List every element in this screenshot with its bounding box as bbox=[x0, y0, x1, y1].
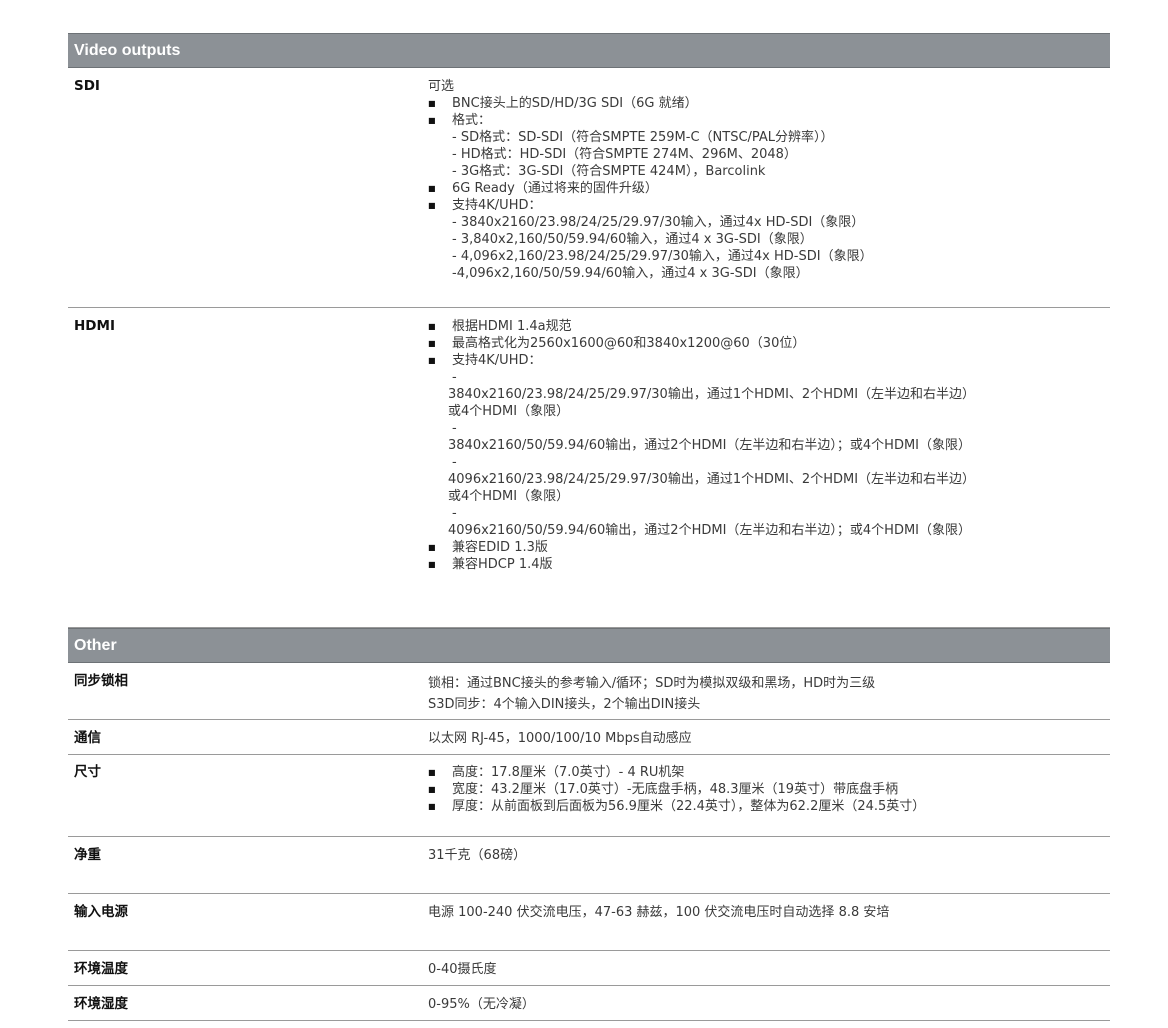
spec-row-dimensions: 尺寸 ■ 高度：17.8厘米（7.0英寸）- 4 RU机架 ■ 宽度：43.2厘… bbox=[68, 755, 1110, 837]
sdi-format-line: - 3G格式：3G-SDI（符合SMPTE 424M），Barcolink bbox=[452, 164, 766, 179]
list-item: ■ 兼容HDCP 1.4版 bbox=[428, 557, 553, 572]
square-bullet-icon: ■ bbox=[428, 201, 436, 210]
square-bullet-icon: ■ bbox=[428, 184, 436, 193]
square-bullet-icon: ■ bbox=[428, 322, 436, 331]
sdi-intro: 可选 bbox=[428, 79, 455, 94]
square-bullet-icon: ■ bbox=[428, 356, 436, 365]
list-item: ■ 格式： bbox=[428, 113, 492, 128]
spec-value-communication: 以太网 RJ-45，1000/100/10 Mbps自动感应 bbox=[428, 731, 692, 746]
sdi-uhd-line: - 3,840x2,160/50/59.94/60输入，通过4 x 3G-SDI… bbox=[452, 232, 813, 247]
hdmi-uhd-line: 4096x2160/23.98/24/25/29.97/30输出，通过1个HDM… bbox=[448, 472, 976, 504]
spec-row-weight: 净重 31千克（68磅） bbox=[68, 837, 1110, 894]
hdmi-dash: - bbox=[452, 506, 457, 521]
spec-label-dimensions: 尺寸 bbox=[74, 764, 101, 780]
spec-label-power: 输入电源 bbox=[74, 904, 128, 920]
square-bullet-icon: ■ bbox=[428, 339, 436, 348]
spec-label-weight: 净重 bbox=[74, 847, 101, 863]
sdi-uhd-line: - 4,096x2,160/23.98/24/25/29.97/30输入，通过4… bbox=[452, 249, 873, 264]
section-header-video-outputs: Video outputs bbox=[68, 33, 1110, 68]
hdmi-uhd-line: 4096x2160/50/59.94/60输出，通过2个HDMI（左半边和右半边… bbox=[448, 523, 972, 538]
section-header-other: Other bbox=[68, 628, 1110, 663]
list-item: ■ 支持4K/UHD： bbox=[428, 353, 542, 368]
list-item: ■ 根据HDMI 1.4a规范 bbox=[428, 319, 572, 334]
sdi-format-line: - SD格式：SD-SDI（符合SMPTE 259M-C（NTSC/PAL分辨率… bbox=[452, 130, 834, 145]
square-bullet-icon: ■ bbox=[428, 785, 436, 794]
list-item: ■ 厚度：从前面板到后面板为56.9厘米（22.4英寸），整体为62.2厘米（2… bbox=[428, 799, 926, 814]
sdi-format-line: - HD格式：HD-SDI（符合SMPTE 274M、296M、2048） bbox=[452, 147, 797, 162]
spec-value-temperature: 0-40摄氏度 bbox=[428, 962, 497, 977]
list-item: ■ 6G Ready（通过将来的固件升级） bbox=[428, 181, 658, 196]
list-item: ■ 兼容EDID 1.3版 bbox=[428, 540, 548, 555]
square-bullet-icon: ■ bbox=[428, 543, 436, 552]
spec-label-hdmi: HDMI bbox=[74, 318, 115, 334]
spec-value-hdmi: ■ 根据HDMI 1.4a规范 ■ 最高格式化为2560x1600@60和384… bbox=[428, 318, 988, 627]
hdmi-dash: - bbox=[452, 421, 457, 436]
spec-row-sdi: SDI 可选 ■ BNC接头上的SD/HD/3G SDI（6G 就绪） ■ 格式… bbox=[68, 68, 1110, 308]
spec-row-hdmi: HDMI ■ 根据HDMI 1.4a规范 ■ 最高格式化为2560x1600@6… bbox=[68, 308, 1110, 628]
sdi-uhd-line: - 3840x2160/23.98/24/25/29.97/30输入，通过4x … bbox=[452, 215, 865, 230]
sdi-uhd-line: -4,096x2,160/50/59.94/60输入，通过4 x 3G-SDI（… bbox=[452, 266, 809, 281]
list-item: ■ 支持4K/UHD： bbox=[428, 198, 542, 213]
square-bullet-icon: ■ bbox=[428, 99, 436, 108]
spec-value-sdi: 可选 ■ BNC接头上的SD/HD/3G SDI（6G 就绪） ■ 格式： - … bbox=[428, 78, 988, 307]
spec-value-genlock: 锁相：通过BNC接头的参考输入/循环；SD时为模拟双级和黑场，HD时为三级 S3… bbox=[428, 676, 876, 712]
square-bullet-icon: ■ bbox=[428, 802, 436, 811]
list-item: ■ BNC接头上的SD/HD/3G SDI（6G 就绪） bbox=[428, 96, 698, 111]
spec-label-communication: 通信 bbox=[74, 730, 101, 746]
spec-row-genlock: 同步锁相 锁相：通过BNC接头的参考输入/循环；SD时为模拟双级和黑场，HD时为… bbox=[68, 663, 1110, 720]
spec-row-temperature: 环境温度 0-40摄氏度 bbox=[68, 951, 1110, 986]
square-bullet-icon: ■ bbox=[428, 768, 436, 777]
spec-label-temperature: 环境温度 bbox=[74, 961, 128, 977]
list-item: ■ 最高格式化为2560x1600@60和3840x1200@60（30位） bbox=[428, 336, 806, 351]
square-bullet-icon: ■ bbox=[428, 116, 436, 125]
spec-row-power: 输入电源 电源 100-240 伏交流电压，47-63 赫兹，100 伏交流电压… bbox=[68, 894, 1110, 951]
list-item: ■ 高度：17.8厘米（7.0英寸）- 4 RU机架 bbox=[428, 765, 685, 780]
hdmi-uhd-line: 3840x2160/50/59.94/60输出，通过2个HDMI（左半边和右半边… bbox=[448, 438, 972, 453]
spec-value-power: 电源 100-240 伏交流电压，47-63 赫兹，100 伏交流电压时自动选择… bbox=[428, 905, 890, 920]
spec-value-dimensions: ■ 高度：17.8厘米（7.0英寸）- 4 RU机架 ■ 宽度：43.2厘米（1… bbox=[428, 764, 988, 836]
spec-value-weight: 31千克（68磅） bbox=[428, 848, 527, 863]
hdmi-dash: - bbox=[452, 455, 457, 470]
hdmi-uhd-line: 3840x2160/23.98/24/25/29.97/30输出，通过1个HDM… bbox=[448, 387, 976, 419]
spec-label-humidity: 环境湿度 bbox=[74, 996, 128, 1012]
square-bullet-icon: ■ bbox=[428, 560, 436, 569]
spec-value-humidity: 0-95%（无冷凝） bbox=[428, 997, 535, 1012]
spec-row-humidity: 环境湿度 0-95%（无冷凝） bbox=[68, 986, 1110, 1021]
spec-label-sdi: SDI bbox=[74, 78, 100, 94]
spec-row-communication: 通信 以太网 RJ-45，1000/100/10 Mbps自动感应 bbox=[68, 720, 1110, 755]
hdmi-dash: - bbox=[452, 370, 457, 385]
spec-sheet: Video outputs SDI 可选 ■ BNC接头上的SD/HD/3G S… bbox=[68, 33, 1110, 1021]
spec-label-genlock: 同步锁相 bbox=[74, 673, 128, 689]
list-item: ■ 宽度：43.2厘米（17.0英寸）-无底盘手柄，48.3厘米（19英寸）带底… bbox=[428, 782, 899, 797]
